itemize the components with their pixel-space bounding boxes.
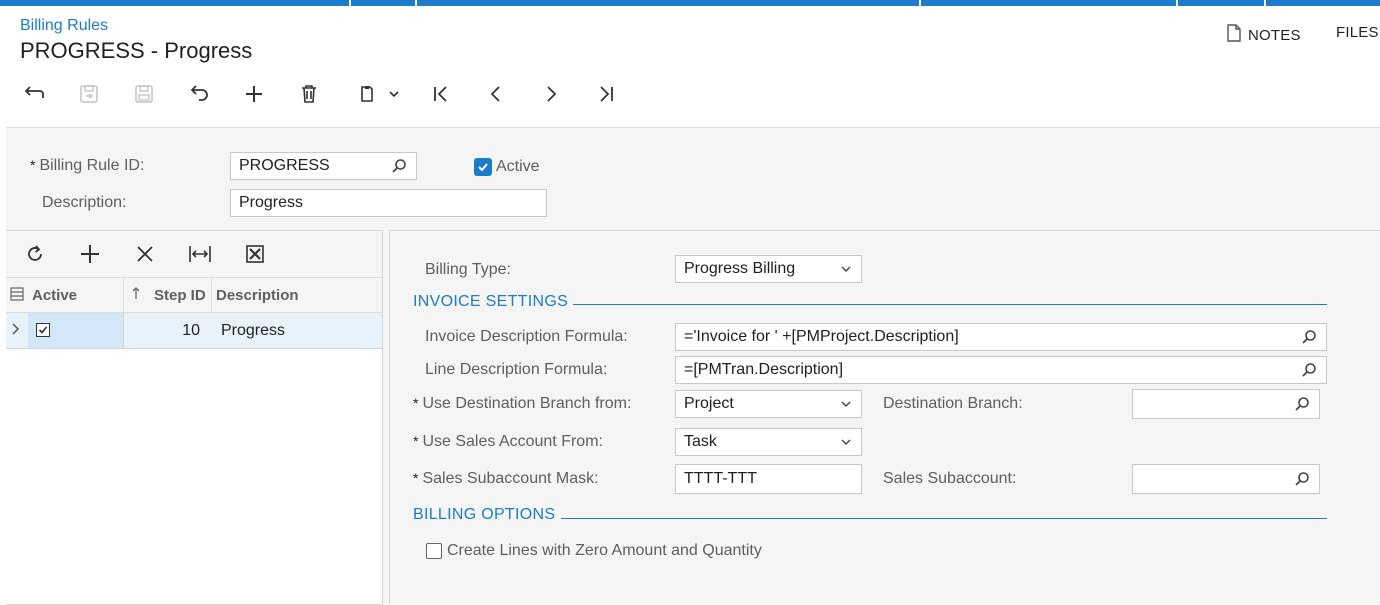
table-row[interactable]: 10 Progress: [6, 313, 382, 349]
chevron-down-icon: [839, 397, 853, 411]
column-header-description[interactable]: Description: [216, 287, 299, 304]
line-description-formula-label: Line Description Formula:: [425, 361, 608, 378]
refresh-icon[interactable]: [24, 243, 46, 270]
invoice-description-formula-label: Invoice Description Formula:: [425, 328, 628, 345]
search-icon[interactable]: [1300, 328, 1318, 346]
description-field[interactable]: Progress: [230, 189, 547, 217]
sales-account-from-label: * Use Sales Account From:: [413, 433, 603, 450]
files-label: FILES: [1336, 24, 1379, 41]
billing-rule-id-value: PROGRESS: [239, 157, 330, 174]
expand-row-icon[interactable]: [11, 322, 21, 341]
billing-type-label: Billing Type:: [425, 261, 511, 278]
row-selector-icon[interactable]: [10, 287, 24, 305]
billing-options-divider: [561, 518, 1327, 519]
row-description: Progress: [221, 322, 286, 339]
notes-button[interactable]: NOTES: [1226, 24, 1301, 46]
delete-icon[interactable]: [295, 80, 323, 108]
sales-subaccount-mask-field[interactable]: TTTT-TTT: [675, 464, 862, 494]
search-icon[interactable]: [1300, 361, 1318, 379]
destination-branch-field[interactable]: [1132, 389, 1320, 419]
grid-add-icon[interactable]: [79, 243, 101, 270]
last-icon[interactable]: [592, 80, 620, 108]
zero-amount-label: Create Lines with Zero Amount and Quanti…: [447, 542, 762, 559]
search-icon[interactable]: [1293, 395, 1311, 413]
grid-header: Active Step ID Description: [6, 278, 382, 313]
chevron-down-icon: [839, 435, 853, 449]
zero-amount-checkbox[interactable]: [426, 543, 442, 559]
page-title: PROGRESS - Progress: [20, 38, 253, 63]
invoice-description-formula-field[interactable]: ='Invoice for ' +[PMProject.Description]: [675, 323, 1327, 351]
grid-delete-icon[interactable]: [135, 244, 155, 269]
top-accent-bar: [0, 0, 1380, 6]
description-label: Description:: [42, 194, 127, 211]
search-icon[interactable]: [1293, 470, 1311, 488]
invoice-settings-header: INVOICE SETTINGS: [413, 293, 569, 310]
next-icon[interactable]: [537, 80, 565, 108]
row-step-id: 10: [182, 322, 200, 339]
search-icon[interactable]: [390, 157, 408, 175]
active-label: Active: [496, 158, 540, 175]
invoice-settings-divider: [573, 304, 1327, 305]
grid-toolbar: [6, 231, 382, 278]
sales-account-from-select[interactable]: Task: [675, 428, 862, 456]
sales-subaccount-mask-label: * Sales Subaccount Mask:: [413, 470, 599, 487]
active-checkbox[interactable]: [474, 158, 492, 176]
add-icon[interactable]: [240, 80, 268, 108]
row-active-checkbox[interactable]: [36, 323, 50, 337]
description-value: Progress: [239, 194, 304, 211]
first-icon[interactable]: [427, 80, 455, 108]
chevron-down-icon: [839, 262, 853, 276]
step-details-panel: Billing Type: Progress Billing INVOICE S…: [389, 230, 1380, 604]
save-icon[interactable]: [130, 80, 158, 108]
sales-subaccount-mask-value: TTTT-TTT: [684, 470, 757, 487]
excel-export-icon[interactable]: [244, 243, 266, 270]
undo-icon[interactable]: [185, 80, 213, 108]
line-description-formula-value: =[PMTran.Description]: [684, 361, 844, 378]
save-close-icon[interactable]: [75, 80, 103, 108]
steps-grid: Active Step ID Description 10 Progress: [6, 230, 383, 605]
document-icon: [1226, 24, 1242, 46]
sales-subaccount-field[interactable]: [1132, 464, 1320, 494]
notes-label: NOTES: [1248, 26, 1301, 44]
column-header-active[interactable]: Active: [32, 287, 77, 304]
destination-branch-from-label: * Use Destination Branch from:: [413, 395, 632, 412]
billing-type-select[interactable]: Progress Billing: [675, 255, 862, 283]
previous-icon[interactable]: [482, 80, 510, 108]
invoice-description-formula-value: ='Invoice for ' +[PMProject.Description]: [684, 328, 959, 345]
sort-arrow-icon: [131, 286, 141, 304]
billing-rule-id-label: * Billing Rule ID:: [30, 157, 145, 174]
column-header-step-id[interactable]: Step ID: [154, 287, 206, 304]
billing-rule-id-field[interactable]: PROGRESS: [230, 152, 417, 180]
destination-branch-label: Destination Branch:: [883, 395, 1023, 412]
files-button[interactable]: FILES: [1336, 24, 1379, 41]
billing-options-header: BILLING OPTIONS: [413, 506, 556, 523]
destination-branch-from-value: Project: [684, 395, 734, 412]
breadcrumb[interactable]: Billing Rules: [20, 17, 108, 35]
destination-branch-from-select[interactable]: Project: [675, 390, 862, 418]
line-description-formula-field[interactable]: =[PMTran.Description]: [675, 356, 1327, 384]
back-icon[interactable]: [20, 80, 48, 108]
copy-paste-icon[interactable]: [350, 80, 406, 108]
sales-account-from-value: Task: [684, 433, 717, 450]
sales-subaccount-label: Sales Subaccount:: [883, 470, 1017, 487]
fit-columns-icon[interactable]: [188, 243, 212, 270]
billing-type-value: Progress Billing: [684, 260, 796, 277]
